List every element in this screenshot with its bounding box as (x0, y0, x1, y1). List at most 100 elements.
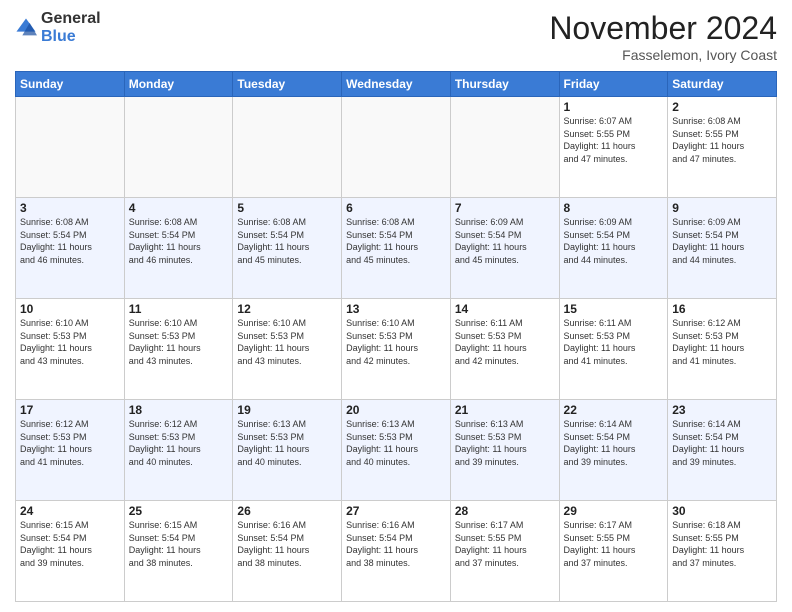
day-number: 25 (129, 504, 229, 518)
logo: General Blue (15, 10, 101, 45)
day-info: Sunrise: 6:08 AM Sunset: 5:54 PM Dayligh… (237, 216, 337, 266)
col-tuesday: Tuesday (233, 72, 342, 97)
table-row: 28Sunrise: 6:17 AM Sunset: 5:55 PM Dayli… (450, 501, 559, 602)
table-row: 18Sunrise: 6:12 AM Sunset: 5:53 PM Dayli… (124, 400, 233, 501)
day-number: 8 (564, 201, 664, 215)
col-friday: Friday (559, 72, 668, 97)
day-number: 12 (237, 302, 337, 316)
logo-blue: Blue (41, 28, 76, 45)
day-number: 23 (672, 403, 772, 417)
day-info: Sunrise: 6:07 AM Sunset: 5:55 PM Dayligh… (564, 115, 664, 165)
table-row (342, 97, 451, 198)
day-number: 10 (20, 302, 120, 316)
day-number: 17 (20, 403, 120, 417)
day-info: Sunrise: 6:08 AM Sunset: 5:54 PM Dayligh… (129, 216, 229, 266)
table-row: 7Sunrise: 6:09 AM Sunset: 5:54 PM Daylig… (450, 198, 559, 299)
logo-icon (15, 17, 37, 39)
day-number: 5 (237, 201, 337, 215)
table-row: 2Sunrise: 6:08 AM Sunset: 5:55 PM Daylig… (668, 97, 777, 198)
table-row: 13Sunrise: 6:10 AM Sunset: 5:53 PM Dayli… (342, 299, 451, 400)
table-row: 19Sunrise: 6:13 AM Sunset: 5:53 PM Dayli… (233, 400, 342, 501)
day-info: Sunrise: 6:18 AM Sunset: 5:55 PM Dayligh… (672, 519, 772, 569)
table-row: 25Sunrise: 6:15 AM Sunset: 5:54 PM Dayli… (124, 501, 233, 602)
day-number: 20 (346, 403, 446, 417)
day-number: 3 (20, 201, 120, 215)
day-info: Sunrise: 6:17 AM Sunset: 5:55 PM Dayligh… (455, 519, 555, 569)
table-row: 15Sunrise: 6:11 AM Sunset: 5:53 PM Dayli… (559, 299, 668, 400)
day-info: Sunrise: 6:08 AM Sunset: 5:55 PM Dayligh… (672, 115, 772, 165)
calendar-week-row: 10 Sunrise: 6:10 AM Sunset: 5:53 PM Dayli… (16, 299, 777, 400)
day-number: 1 (564, 100, 664, 114)
day-number: 9 (672, 201, 772, 215)
table-row (450, 97, 559, 198)
table-row: 26Sunrise: 6:16 AM Sunset: 5:54 PM Dayli… (233, 501, 342, 602)
table-row (233, 97, 342, 198)
day-number: 19 (237, 403, 337, 417)
table-row: 9Sunrise: 6:09 AM Sunset: 5:54 PM Daylig… (668, 198, 777, 299)
day-info: Sunrise: 6:09 AM Sunset: 5:54 PM Dayligh… (455, 216, 555, 266)
header: General Blue November 2024 Fasselemon, I… (15, 10, 777, 63)
table-row: 11Sunrise: 6:10 AM Sunset: 5:53 PM Dayli… (124, 299, 233, 400)
day-number: 22 (564, 403, 664, 417)
table-row: 14Sunrise: 6:11 AM Sunset: 5:53 PM Dayli… (450, 299, 559, 400)
day-info: Sunrise: 6:14 AM Sunset: 5:54 PM Dayligh… (672, 418, 772, 468)
day-number: 26 (237, 504, 337, 518)
day-info: Sunrise: 6:15 AM Sunset: 5:54 PM Dayligh… (20, 519, 120, 569)
day-number: 21 (455, 403, 555, 417)
col-wednesday: Wednesday (342, 72, 451, 97)
day-info: Sunrise: 6:10 AM Sunset: 5:53 PM Dayligh… (346, 317, 446, 367)
logo-general: General (41, 10, 101, 27)
day-number: 16 (672, 302, 772, 316)
logo-text: General Blue (41, 10, 101, 45)
day-number: 28 (455, 504, 555, 518)
table-row: 24Sunrise: 6:15 AM Sunset: 5:54 PM Dayli… (16, 501, 125, 602)
day-number: 29 (564, 504, 664, 518)
day-number: 18 (129, 403, 229, 417)
day-info: Sunrise: 6:14 AM Sunset: 5:54 PM Dayligh… (564, 418, 664, 468)
table-row (16, 97, 125, 198)
table-row: 20Sunrise: 6:13 AM Sunset: 5:53 PM Dayli… (342, 400, 451, 501)
table-row: 12Sunrise: 6:10 AM Sunset: 5:53 PM Dayli… (233, 299, 342, 400)
day-info: Sunrise: 6:13 AM Sunset: 5:53 PM Dayligh… (237, 418, 337, 468)
day-number: 4 (129, 201, 229, 215)
calendar-week-row: 24Sunrise: 6:15 AM Sunset: 5:54 PM Dayli… (16, 501, 777, 602)
table-row: 5Sunrise: 6:08 AM Sunset: 5:54 PM Daylig… (233, 198, 342, 299)
month-title: November 2024 (549, 10, 777, 47)
day-number: 14 (455, 302, 555, 316)
day-info: Sunrise: 6:10 AM Sunset: 5:53 PM Dayligh… (237, 317, 337, 367)
table-row: 22Sunrise: 6:14 AM Sunset: 5:54 PM Dayli… (559, 400, 668, 501)
day-info: Sunrise: 6:15 AM Sunset: 5:54 PM Dayligh… (129, 519, 229, 569)
col-sunday: Sunday (16, 72, 125, 97)
day-info: Sunrise: 6:17 AM Sunset: 5:55 PM Dayligh… (564, 519, 664, 569)
calendar-week-row: 1Sunrise: 6:07 AM Sunset: 5:55 PM Daylig… (16, 97, 777, 198)
day-number: 11 (129, 302, 229, 316)
table-row: 29Sunrise: 6:17 AM Sunset: 5:55 PM Dayli… (559, 501, 668, 602)
day-info: Sunrise: 6:11 AM Sunset: 5:53 PM Dayligh… (455, 317, 555, 367)
day-number: 2 (672, 100, 772, 114)
day-number: 6 (346, 201, 446, 215)
day-info: Sunrise: 6:09 AM Sunset: 5:54 PM Dayligh… (672, 216, 772, 266)
day-info: Sunrise: 6:08 AM Sunset: 5:54 PM Dayligh… (20, 216, 120, 266)
table-row: 16Sunrise: 6:12 AM Sunset: 5:53 PM Dayli… (668, 299, 777, 400)
title-block: November 2024 Fasselemon, Ivory Coast (549, 10, 777, 63)
table-row: 1Sunrise: 6:07 AM Sunset: 5:55 PM Daylig… (559, 97, 668, 198)
day-info: Sunrise: 6:16 AM Sunset: 5:54 PM Dayligh… (346, 519, 446, 569)
day-info: Sunrise: 6:12 AM Sunset: 5:53 PM Dayligh… (20, 418, 120, 468)
day-info: Sunrise: 6:13 AM Sunset: 5:53 PM Dayligh… (346, 418, 446, 468)
day-info: Sunrise: 6:12 AM Sunset: 5:53 PM Dayligh… (672, 317, 772, 367)
table-row: 4Sunrise: 6:08 AM Sunset: 5:54 PM Daylig… (124, 198, 233, 299)
col-saturday: Saturday (668, 72, 777, 97)
table-row: 30Sunrise: 6:18 AM Sunset: 5:55 PM Dayli… (668, 501, 777, 602)
calendar-header-row: Sunday Monday Tuesday Wednesday Thursday… (16, 72, 777, 97)
day-number: 24 (20, 504, 120, 518)
day-info: Sunrise: 6:08 AM Sunset: 5:54 PM Dayligh… (346, 216, 446, 266)
calendar-week-row: 17Sunrise: 6:12 AM Sunset: 5:53 PM Dayli… (16, 400, 777, 501)
table-row (124, 97, 233, 198)
col-thursday: Thursday (450, 72, 559, 97)
day-number: 15 (564, 302, 664, 316)
table-row: 8Sunrise: 6:09 AM Sunset: 5:54 PM Daylig… (559, 198, 668, 299)
calendar-week-row: 3Sunrise: 6:08 AM Sunset: 5:54 PM Daylig… (16, 198, 777, 299)
table-row: 21Sunrise: 6:13 AM Sunset: 5:53 PM Dayli… (450, 400, 559, 501)
location: Fasselemon, Ivory Coast (549, 47, 777, 63)
day-info: Sunrise: 6:11 AM Sunset: 5:53 PM Dayligh… (564, 317, 664, 367)
